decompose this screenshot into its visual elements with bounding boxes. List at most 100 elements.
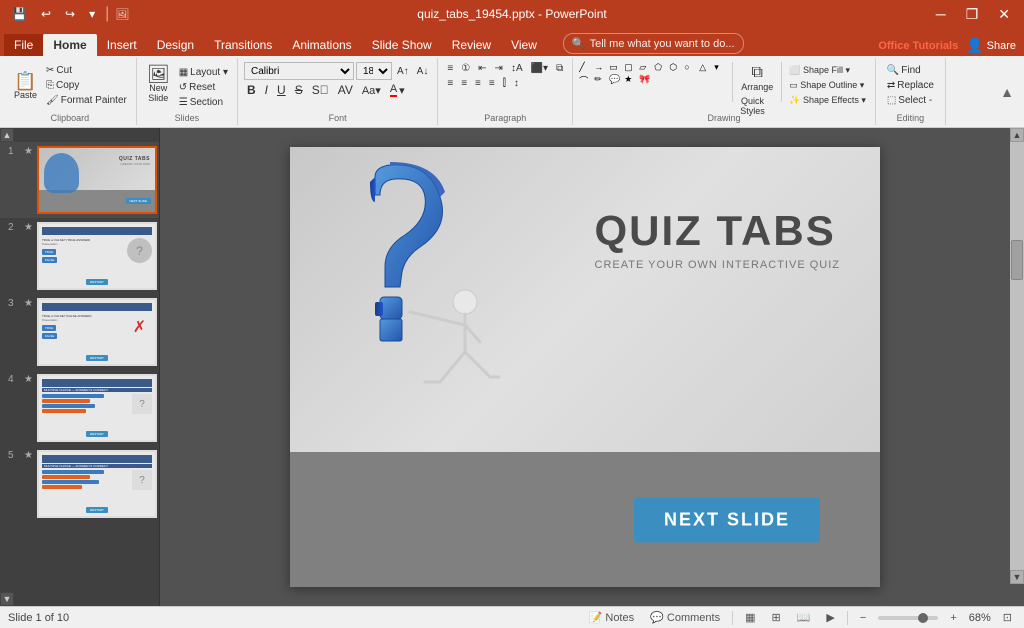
restore-button[interactable]: ❐: [960, 4, 985, 25]
slide-thumb-3[interactable]: TRUE or FALSE? (FALSE ANSWER) Praesentat…: [37, 298, 157, 366]
collapse-ribbon-button[interactable]: ▲: [1000, 84, 1014, 100]
layout-button[interactable]: ▦ Layout ▾: [176, 66, 231, 79]
underline-button[interactable]: U: [274, 82, 289, 98]
scroll-thumb[interactable]: [1011, 240, 1023, 280]
italic-button[interactable]: I: [262, 82, 271, 98]
change-case-button[interactable]: Aa▾: [359, 83, 384, 98]
slide-thumb-4[interactable]: MULTIPLE CHOICE — ANSWER IS CORRECT ? RE…: [37, 374, 157, 442]
shape-circle[interactable]: ○: [684, 62, 698, 73]
char-spacing-button[interactable]: AV: [335, 82, 356, 98]
reading-view-button[interactable]: 📖: [793, 610, 815, 625]
slide-thumb-5[interactable]: MULTIPLE CHOICE — ANSWER IS CORRECT ? RE…: [37, 450, 157, 518]
shape-curve[interactable]: ⌒: [579, 74, 593, 87]
shape-line[interactable]: ╱: [579, 62, 593, 73]
arrange-button[interactable]: ⧉ Arrange: [737, 62, 777, 94]
slide-item-5[interactable]: 5 ★ MULTIPLE CHOICE — ANSWER IS CORRECT …: [0, 446, 159, 522]
bullets-button[interactable]: ≡: [444, 62, 456, 75]
shape-triangle[interactable]: △: [699, 62, 713, 73]
tab-slideshow[interactable]: Slide Show: [362, 34, 442, 56]
slide-thumb-1[interactable]: QUIZ TABS CREATE YOUR OWN NEXT SLIDE: [37, 146, 157, 214]
slide-thumb-2[interactable]: TRUE or FALSE? (TRUE ANSWER) Praesentati…: [37, 222, 157, 290]
shape-rounded-rect[interactable]: ▢: [624, 62, 638, 73]
tab-transitions[interactable]: Transitions: [204, 34, 282, 56]
office-tutorials-button[interactable]: Office Tutorials: [878, 40, 958, 52]
shape-effects-button[interactable]: ✨ Shape Effects ▾: [786, 94, 869, 107]
zoom-out-button[interactable]: −: [856, 611, 870, 625]
slide-panel-scroll-up[interactable]: ▲: [0, 128, 14, 142]
slide-item-4[interactable]: 4 ★ MULTIPLE CHOICE — ANSWER IS CORRECT …: [0, 370, 159, 446]
save-button[interactable]: 💾: [8, 5, 31, 23]
columns-button[interactable]: ⫿: [500, 77, 509, 90]
tell-me-input[interactable]: 🔍 Tell me what you want to do...: [563, 33, 744, 54]
scroll-down-button[interactable]: ▼: [1010, 570, 1024, 584]
line-spacing-button[interactable]: ↕: [511, 77, 522, 90]
shape-pentagon[interactable]: ⬠: [654, 62, 668, 73]
shape-arrow[interactable]: →: [594, 62, 608, 73]
shape-hexagon[interactable]: ⬡: [669, 62, 683, 73]
tab-review[interactable]: Review: [442, 34, 501, 56]
numbering-button[interactable]: ①: [458, 62, 473, 75]
strikethrough-button[interactable]: S: [292, 82, 306, 98]
undo-button[interactable]: ↩: [37, 5, 55, 23]
font-size-select[interactable]: 18: [356, 62, 392, 80]
next-slide-button[interactable]: NEXT SLIDE: [634, 497, 820, 542]
zoom-slider[interactable]: [878, 616, 938, 620]
decrease-font-button[interactable]: A↓: [414, 65, 432, 78]
slide-sorter-button[interactable]: ⊞: [767, 610, 784, 625]
close-button[interactable]: ✕: [992, 4, 1016, 25]
font-name-select[interactable]: Calibri: [244, 62, 354, 80]
tab-design[interactable]: Design: [147, 34, 204, 56]
copy-button[interactable]: ⎘ Copy: [43, 79, 130, 92]
tab-file[interactable]: File: [4, 34, 43, 56]
increase-indent-button[interactable]: ⇥: [492, 62, 506, 75]
select-button[interactable]: ⬚ Select -: [884, 94, 937, 107]
shape-rect[interactable]: ▭: [609, 62, 623, 73]
zoom-in-button[interactable]: +: [946, 611, 960, 625]
quick-styles-button[interactable]: QuickStyles: [737, 95, 777, 117]
customize-qat-button[interactable]: ▾: [85, 5, 99, 23]
shape-fill-button[interactable]: ⬜ Shape Fill ▾: [786, 64, 869, 77]
shape-outline-button[interactable]: ▭ Shape Outline ▾: [786, 79, 869, 92]
format-painter-button[interactable]: 🖌 Format Painter: [43, 94, 130, 107]
redo-button[interactable]: ↪: [61, 5, 79, 23]
shapes-more[interactable]: ▾: [714, 62, 728, 73]
smartart-button[interactable]: ⧉: [553, 62, 566, 75]
shape-star[interactable]: ★: [624, 74, 638, 87]
slide-panel-scroll-down[interactable]: ▼: [0, 592, 14, 606]
v-scrollbar[interactable]: ▲ ▼: [1010, 128, 1024, 584]
find-button[interactable]: 🔍 Find: [884, 64, 937, 77]
notes-button[interactable]: 📝 Notes: [585, 610, 639, 625]
section-button[interactable]: ☰ Section: [176, 96, 231, 109]
shape-freeform[interactable]: ✏: [594, 74, 608, 87]
normal-view-button[interactable]: ▦: [741, 610, 759, 625]
align-center-button[interactable]: ≡: [458, 77, 470, 90]
slideshow-button[interactable]: ▶: [822, 610, 838, 625]
align-left-button[interactable]: ≡: [444, 77, 456, 90]
minimize-button[interactable]: ─: [930, 4, 952, 24]
tab-insert[interactable]: Insert: [97, 34, 147, 56]
scroll-up-button[interactable]: ▲: [1010, 128, 1024, 142]
increase-font-button[interactable]: A↑: [394, 65, 412, 78]
tab-view[interactable]: View: [501, 34, 547, 56]
align-text-button[interactable]: ⬛▾: [528, 62, 551, 75]
tab-animations[interactable]: Animations: [282, 34, 361, 56]
font-color-button[interactable]: A▾: [387, 82, 408, 98]
replace-button[interactable]: ⇄ Replace: [884, 79, 937, 92]
cut-button[interactable]: ✂ Cut: [43, 64, 130, 77]
decrease-indent-button[interactable]: ⇤: [475, 62, 489, 75]
shape-ribbon[interactable]: 🎀: [639, 74, 653, 87]
new-slide-button[interactable]: 🖼 New Slide: [143, 62, 174, 106]
align-right-button[interactable]: ≡: [472, 77, 484, 90]
shape-callout[interactable]: 💬: [609, 74, 623, 87]
reset-button[interactable]: ↺ Reset: [176, 81, 231, 94]
main-slide-canvas[interactable]: QUIZ TABS CREATE YOUR OWN INTERACTIVE QU…: [290, 147, 880, 587]
shape-parallelogram[interactable]: ▱: [639, 62, 653, 73]
slide-item-3[interactable]: 3 ★ TRUE or FALSE? (FALSE ANSWER) Praese…: [0, 294, 159, 370]
justify-button[interactable]: ≡: [486, 77, 498, 90]
bold-button[interactable]: B: [244, 82, 259, 98]
comments-button[interactable]: 💬 Comments: [646, 610, 724, 625]
shadow-button[interactable]: S⃞: [309, 82, 332, 98]
slide-item-2[interactable]: 2 ★ TRUE or FALSE? (TRUE ANSWER) Praesen…: [0, 218, 159, 294]
share-button[interactable]: 👤 Share: [966, 37, 1016, 54]
zoom-thumb[interactable]: [918, 613, 928, 623]
